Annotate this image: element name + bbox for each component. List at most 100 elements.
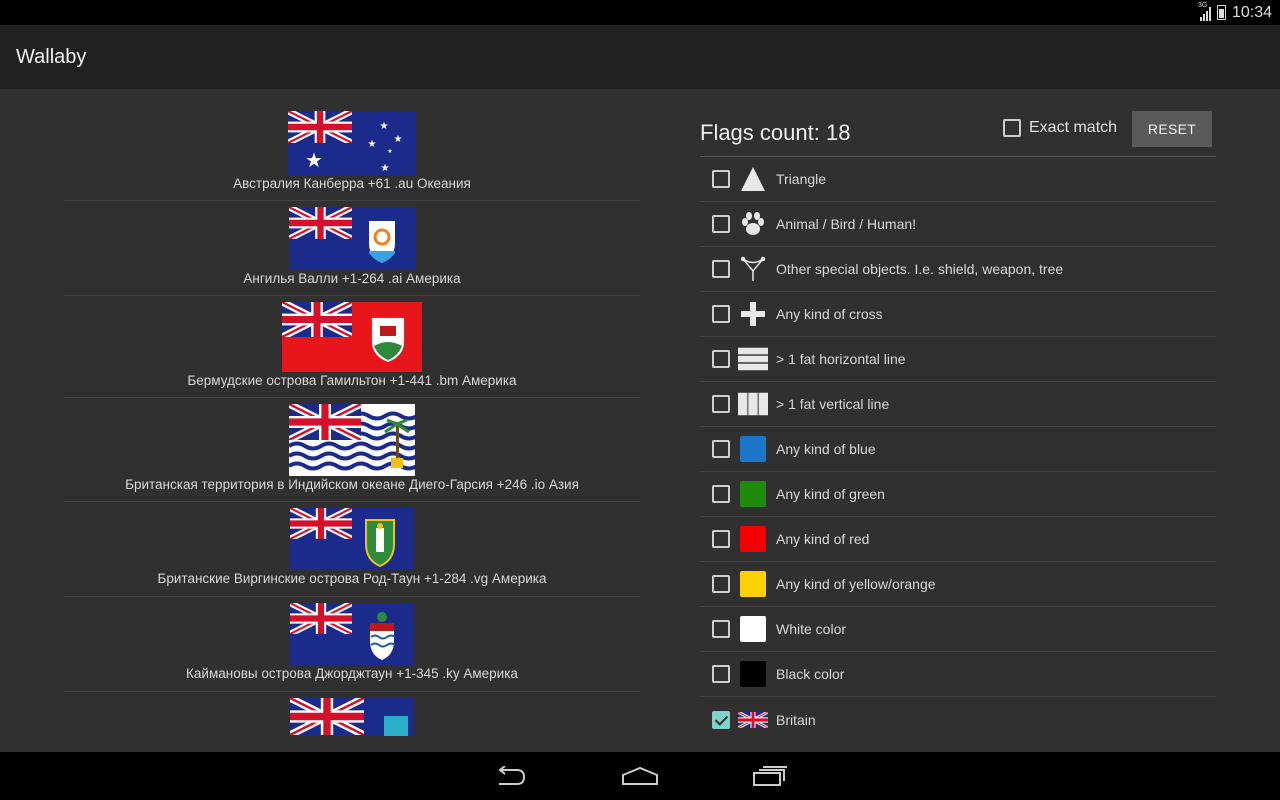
svg-text:★: ★ bbox=[394, 134, 403, 145]
filter-yellow[interactable]: Any kind of yellow/orange bbox=[700, 562, 1216, 607]
svg-text:★: ★ bbox=[387, 148, 392, 155]
filter-checkbox[interactable] bbox=[712, 395, 730, 413]
filter-checkbox[interactable] bbox=[712, 305, 730, 323]
filter-triangle[interactable]: Triangle bbox=[700, 157, 1216, 202]
partial-flag bbox=[290, 698, 414, 736]
australia-flag: ★ ★ ★ ★ ★ ★ bbox=[288, 111, 416, 175]
filter-label: > 1 fat horizontal line bbox=[776, 351, 906, 367]
filter-checkbox[interactable] bbox=[712, 440, 730, 458]
network-type: 3G bbox=[1197, 1, 1208, 9]
filter-checkbox[interactable] bbox=[712, 665, 730, 683]
biot-flag bbox=[289, 404, 415, 476]
svg-text:★: ★ bbox=[305, 150, 323, 172]
flag-list[interactable]: ★ ★ ★ ★ ★ ★ Австралия Канберра +61 .au Океани… bbox=[64, 109, 640, 736]
clock: 10:34 bbox=[1231, 3, 1272, 21]
anguilla-flag bbox=[289, 207, 415, 270]
home-icon[interactable] bbox=[620, 761, 660, 791]
flags-count-value: 18 bbox=[825, 119, 851, 145]
filter-white[interactable]: White color bbox=[700, 607, 1216, 652]
filter-label: Britain bbox=[776, 711, 816, 728]
battery-icon bbox=[1216, 5, 1226, 20]
navigation-bar bbox=[0, 752, 1280, 800]
filter-header: Flags count: 18 Exact match RESET bbox=[700, 109, 1216, 157]
cross-icon bbox=[738, 301, 768, 327]
filter-label: Animal / Bird / Human! bbox=[776, 216, 917, 232]
app-title: Wallaby bbox=[16, 45, 87, 68]
blue-swatch bbox=[740, 436, 766, 462]
status-bar: 3G 10:34 bbox=[0, 0, 1280, 25]
filter-checkbox[interactable] bbox=[712, 620, 730, 638]
filter-list: Triangle Animal / Bird / Human! Other sp… bbox=[700, 157, 1216, 742]
filter-checkbox[interactable] bbox=[712, 350, 730, 368]
flag-caption: Каймановы острова Джорджтаун +1-345 .ky … bbox=[186, 666, 518, 681]
white-swatch bbox=[740, 616, 766, 642]
britain-flag-icon bbox=[738, 707, 768, 733]
filter-blue[interactable]: Any kind of blue bbox=[700, 427, 1216, 472]
cayman-flag bbox=[290, 603, 414, 665]
filter-britain[interactable]: Britain bbox=[700, 697, 1216, 742]
filter-special-objects[interactable]: Other special objects. I.e. shield, weap… bbox=[700, 247, 1216, 292]
flag-caption: Бермудские острова Гамильтон +1-441 .bm … bbox=[187, 373, 517, 388]
flags-count-label: Flags count: bbox=[700, 119, 820, 145]
recents-icon[interactable] bbox=[750, 761, 790, 791]
filter-panel: Flags count: 18 Exact match RESET Triang… bbox=[700, 109, 1216, 742]
flag-caption: Британские Виргинские острова Род-Таун +… bbox=[157, 571, 547, 586]
filter-label: Any kind of yellow/orange bbox=[776, 576, 936, 592]
paw-icon bbox=[738, 211, 768, 237]
filter-label: Any kind of red bbox=[776, 531, 870, 547]
flag-caption: Австралия Канберра +61 .au Океания bbox=[233, 176, 471, 191]
black-swatch bbox=[740, 661, 766, 687]
flag-caption: Британская территория в Индийском океане… bbox=[125, 477, 579, 492]
vertical-lines-icon bbox=[738, 391, 768, 417]
filter-checkbox[interactable] bbox=[712, 575, 730, 593]
filter-red[interactable]: Any kind of red bbox=[700, 517, 1216, 562]
list-item[interactable]: ★ ★ ★ ★ ★ ★ Австралия Канберра +61 .au Океани… bbox=[64, 109, 640, 201]
reset-button[interactable]: RESET bbox=[1132, 111, 1212, 147]
list-item[interactable]: Ангилья Валли +1-264 .ai Америка bbox=[64, 201, 640, 296]
list-item[interactable]: Британская территория в Индийском океане… bbox=[64, 398, 640, 502]
slingshot-icon bbox=[738, 256, 768, 282]
filter-label: Any kind of blue bbox=[776, 441, 876, 457]
exact-match-label: Exact match bbox=[1029, 119, 1118, 136]
filter-label: Any kind of cross bbox=[776, 306, 883, 322]
filter-checkbox[interactable] bbox=[712, 260, 730, 278]
filter-label: Any kind of green bbox=[776, 486, 885, 502]
yellow-swatch bbox=[740, 571, 766, 597]
exact-match-checkbox[interactable]: Exact match bbox=[1003, 119, 1117, 137]
filter-vertical-lines[interactable]: > 1 fat vertical line bbox=[700, 382, 1216, 427]
filter-green[interactable]: Any kind of green bbox=[700, 472, 1216, 517]
svg-text:★: ★ bbox=[380, 121, 389, 132]
filter-label: Triangle bbox=[776, 171, 827, 187]
bermuda-flag bbox=[282, 302, 422, 372]
list-item[interactable]: Британские Виргинские острова Род-Таун +… bbox=[64, 502, 640, 597]
flag-caption: Ангилья Валли +1-264 .ai Америка bbox=[243, 271, 461, 286]
filter-label: White color bbox=[776, 621, 847, 637]
svg-text:★: ★ bbox=[368, 139, 377, 150]
list-item[interactable]: Каймановы острова Джорджтаун +1-345 .ky … bbox=[64, 597, 640, 692]
svg-text:★: ★ bbox=[381, 163, 390, 174]
list-item[interactable] bbox=[64, 692, 640, 736]
back-icon[interactable] bbox=[490, 761, 530, 791]
list-item[interactable]: Бермудские острова Гамильтон +1-441 .bm … bbox=[64, 296, 640, 398]
filter-checkbox[interactable] bbox=[712, 485, 730, 503]
filter-label: Other special objects. I.e. shield, weap… bbox=[776, 261, 1064, 277]
filter-label: Black color bbox=[776, 666, 845, 682]
filter-checkbox-checked[interactable] bbox=[712, 710, 730, 729]
flags-count: Flags count: 18 bbox=[700, 120, 850, 146]
filter-checkbox[interactable] bbox=[712, 530, 730, 548]
triangle-icon bbox=[738, 166, 768, 192]
filter-horizontal-lines[interactable]: > 1 fat horizontal line bbox=[700, 337, 1216, 382]
red-swatch bbox=[740, 526, 766, 552]
main-content: ★ ★ ★ ★ ★ ★ Австралия Канберра +61 .au Океани… bbox=[0, 89, 1280, 752]
green-swatch bbox=[740, 481, 766, 507]
filter-black[interactable]: Black color bbox=[700, 652, 1216, 697]
action-bar: Wallaby bbox=[0, 25, 1280, 89]
filter-cross[interactable]: Any kind of cross bbox=[700, 292, 1216, 337]
filter-animal[interactable]: Animal / Bird / Human! bbox=[700, 202, 1216, 247]
signal-icon: 3G bbox=[1197, 1, 1211, 21]
filter-checkbox[interactable] bbox=[712, 215, 730, 233]
filter-checkbox[interactable] bbox=[712, 170, 730, 188]
horizontal-lines-icon bbox=[738, 346, 768, 372]
checkbox-box[interactable] bbox=[1003, 119, 1021, 137]
filter-label: > 1 fat vertical line bbox=[776, 396, 890, 412]
